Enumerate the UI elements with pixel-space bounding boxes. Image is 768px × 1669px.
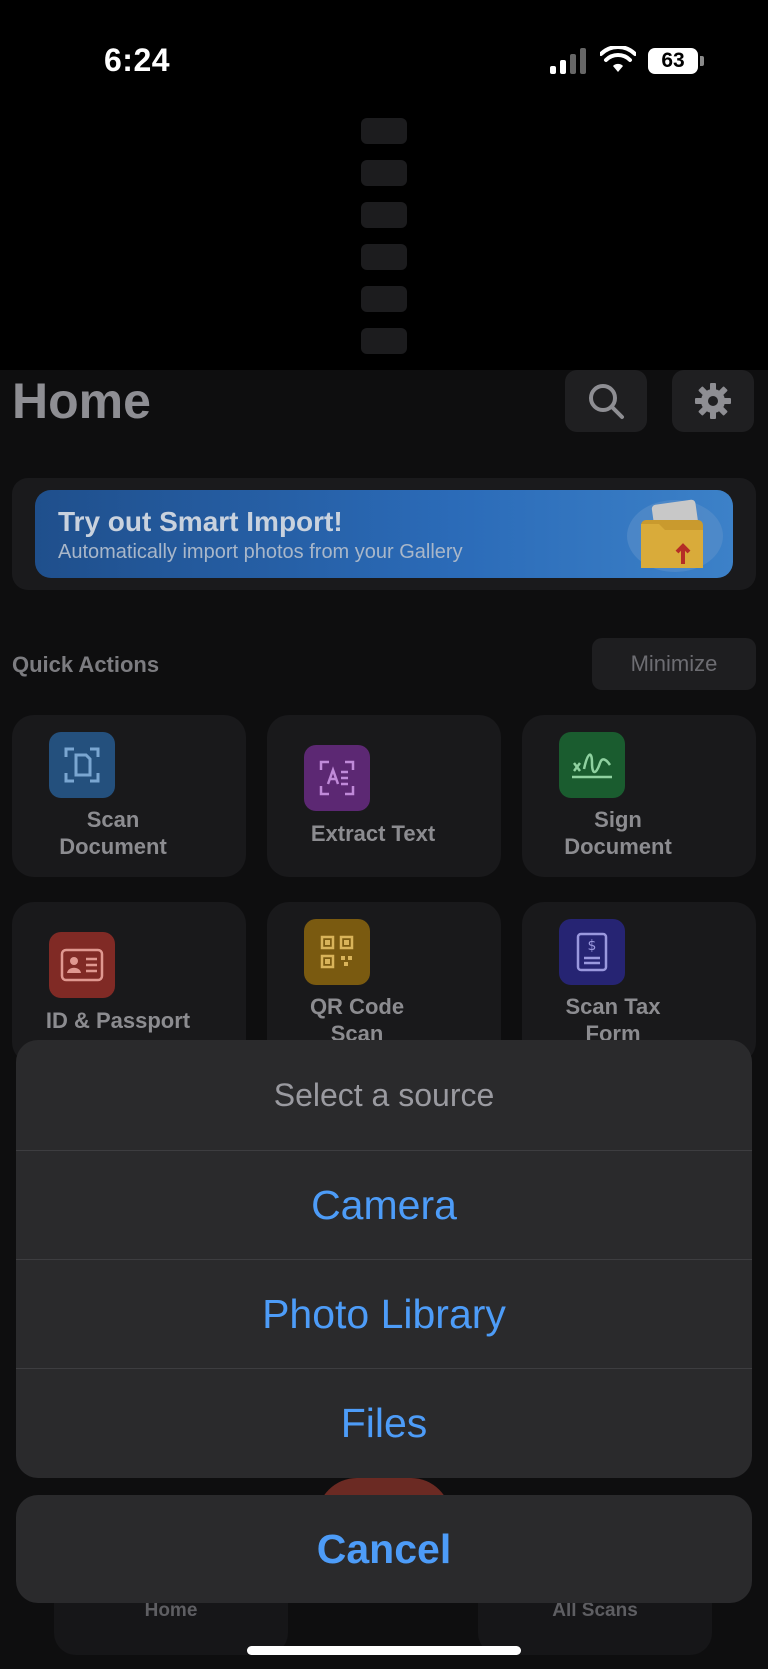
- action-sheet-title: Select a source: [273, 1076, 495, 1113]
- wifi-icon: [600, 46, 636, 72]
- banner-subtitle: Automatically import photos from your Ga…: [58, 541, 463, 563]
- camera-option[interactable]: Camera: [16, 1150, 752, 1260]
- loading-block: [361, 202, 407, 228]
- loading-block: [361, 328, 407, 354]
- qr-code-label: QR Code Scan: [309, 994, 405, 1046]
- cellular-signal-icon: [550, 48, 588, 74]
- id-card-icon: [49, 932, 115, 998]
- battery-indicator: 63: [648, 48, 698, 74]
- minimize-button[interactable]: Minimize: [592, 638, 756, 690]
- svg-text:$: $: [588, 938, 597, 954]
- tax-form-icon: $: [559, 919, 625, 985]
- quick-actions-label: Quick Actions: [12, 652, 160, 677]
- loading-block: [361, 160, 407, 186]
- loading-block: [361, 244, 407, 270]
- settings-button[interactable]: [672, 370, 754, 432]
- scan-document-label: Scan Document: [59, 807, 167, 859]
- tab-all-scans-label: All Scans: [552, 1600, 638, 1621]
- folder-illustration-icon: [627, 499, 723, 572]
- scan-document-icon: [49, 732, 115, 798]
- extract-text-label: Extract Text: [310, 821, 436, 846]
- loading-block: [361, 286, 407, 312]
- source-action-sheet: Select a source Camera Photo Library Fil…: [16, 1040, 752, 1478]
- gear-icon: [695, 383, 731, 419]
- cancel-button[interactable]: Cancel: [16, 1495, 752, 1603]
- id-passport-label: ID & Passport: [45, 1008, 191, 1033]
- scan-tax-form-label: Scan Tax Form: [565, 994, 661, 1046]
- extract-text-icon: [304, 745, 370, 811]
- files-option[interactable]: Files: [16, 1368, 752, 1478]
- page-title: Home: [12, 373, 151, 429]
- banner-title: Try out Smart Import!: [58, 506, 343, 537]
- battery-tip: [700, 56, 704, 66]
- status-time: 6:24: [104, 42, 171, 78]
- extract-text-card[interactable]: [267, 715, 501, 877]
- home-indicator[interactable]: [247, 1646, 521, 1655]
- loading-block: [361, 118, 407, 144]
- tab-home-label: Home: [144, 1600, 198, 1621]
- sign-document-label: Sign Document: [564, 807, 672, 859]
- search-button[interactable]: [565, 370, 647, 432]
- photo-library-option[interactable]: Photo Library: [16, 1259, 752, 1369]
- signature-icon: [559, 732, 625, 798]
- qr-code-icon: [304, 919, 370, 985]
- search-icon: [589, 384, 624, 419]
